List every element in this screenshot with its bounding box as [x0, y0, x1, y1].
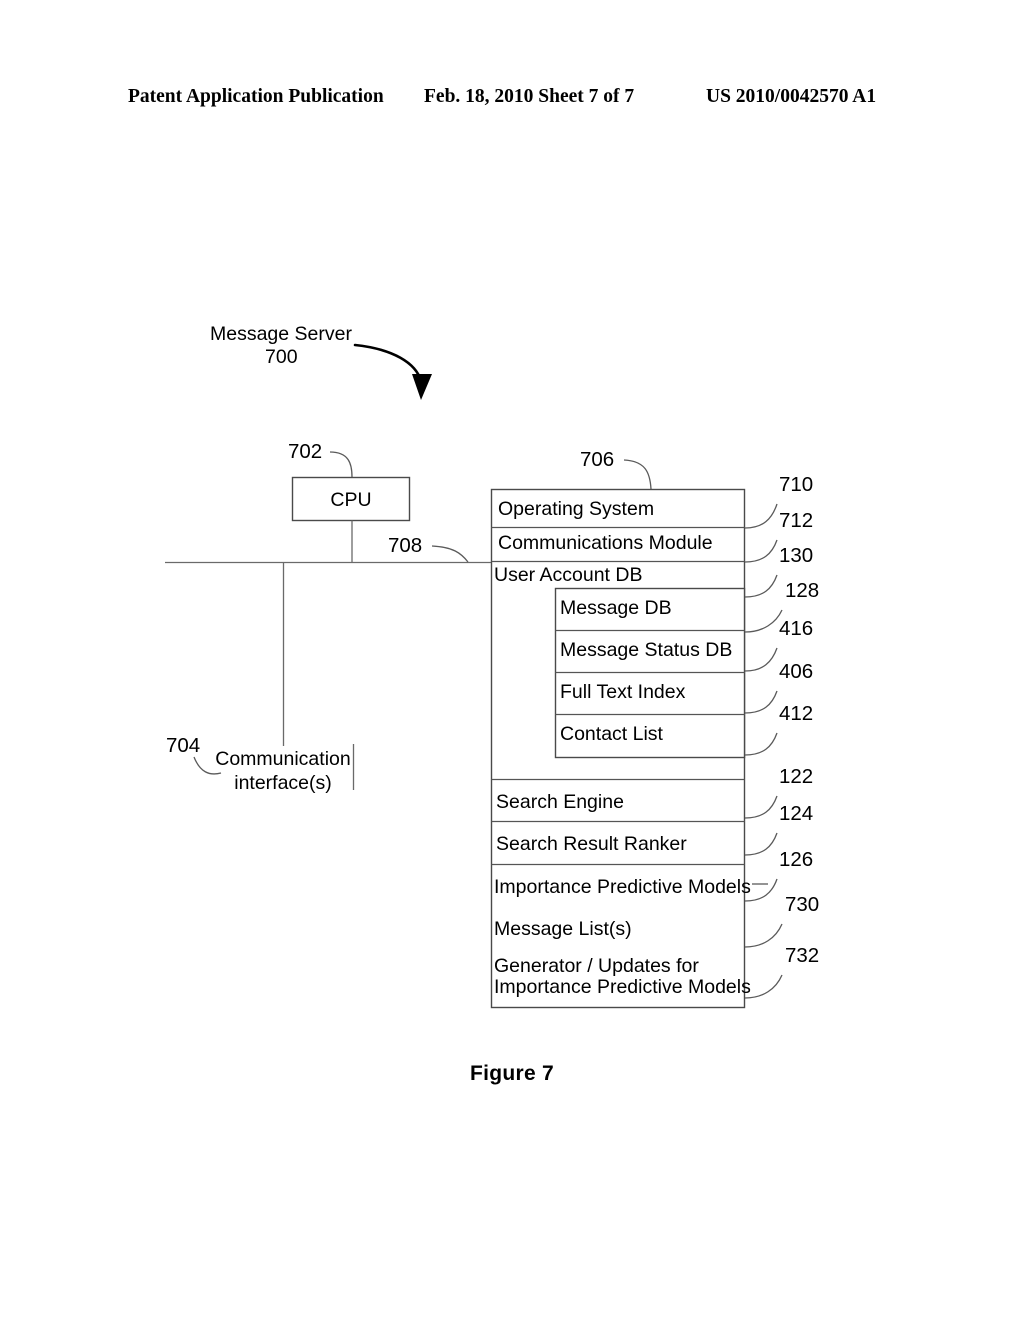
bus-ref-label: 708 [388, 534, 422, 557]
memory-row-label-full-text-index: Full Text Index [560, 681, 686, 703]
memory-row-label-operating-system: Operating System [498, 498, 654, 520]
memory-row-label-message-lists: Message List(s) [494, 918, 632, 940]
ref-leader-line [744, 609, 783, 633]
ref-numeral-416: 416 [779, 617, 813, 640]
ref-numeral-730: 730 [785, 893, 819, 916]
ref-numeral-130: 130 [779, 544, 813, 567]
ref-numeral-122: 122 [779, 765, 813, 788]
ref-numeral-128: 128 [785, 579, 819, 602]
memory-row-label-importance-predictive-models: Importance Predictive Models [494, 876, 751, 898]
ref-leader-line [744, 732, 778, 756]
memory-row-label-message-status-db: Message Status DB [560, 639, 732, 661]
memory-row-label-search-result-ranker: Search Result Ranker [496, 833, 687, 855]
ref-leader-line [744, 832, 778, 856]
message-server-arrow-icon [353, 343, 432, 400]
ref-numeral-124: 124 [779, 802, 813, 825]
ref-numeral-710: 710 [779, 473, 813, 496]
message-server-ref: 700 [265, 346, 298, 368]
ref-leader-line [744, 647, 778, 672]
memory-leader-line [623, 459, 652, 490]
ref-leader-line [744, 795, 778, 819]
memory-row-label-communications-module: Communications Module [498, 532, 713, 554]
bus-leader-line [431, 545, 469, 563]
reference-numeral-group: 710 712 130 128 416 406 412 122 124 126 … [744, 473, 819, 999]
ref-numeral-732: 732 [785, 944, 819, 967]
ref-leader-line [744, 923, 783, 948]
memory-row-label-contact-list: Contact List [560, 723, 664, 745]
memory-row-label-search-engine: Search Engine [496, 791, 624, 813]
memory-row-label-generator-updates-line2: Importance Predictive Models [494, 976, 751, 998]
ref-leader-line [744, 574, 778, 598]
ref-numeral-712: 712 [779, 509, 813, 532]
memory-row-label-message-db: Message DB [560, 597, 672, 619]
ref-leader-line [744, 539, 778, 563]
ref-numeral-412: 412 [779, 702, 813, 725]
memory-ref-label: 706 [580, 448, 614, 471]
cpu-box: CPU [291, 476, 411, 522]
ref-leader-line [744, 690, 778, 714]
memory-block: Operating System Communications Module U… [490, 488, 751, 1009]
comm-interface-label-line1: Communication [215, 748, 350, 770]
ref-numeral-406: 406 [779, 660, 813, 683]
memory-row-label-generator-updates-line1: Generator / Updates for [494, 955, 699, 977]
ref-leader-line [744, 503, 778, 529]
comm-interface-label-line2: interface(s) [234, 772, 332, 794]
comm-interface-ref-label: 704 [166, 734, 200, 757]
patent-figure-diagram: Message Server 700 702 CPU 708 704 Commu… [0, 0, 1024, 1320]
memory-row-label-user-account-db: User Account DB [494, 564, 642, 586]
ref-numeral-126: 126 [779, 848, 813, 871]
figure-caption: Figure 7 [469, 1062, 555, 1085]
cpu-ref-label: 702 [288, 440, 322, 463]
cpu-box-label: CPU [330, 489, 371, 511]
cpu-leader-line [329, 451, 353, 478]
message-server-title: Message Server [210, 323, 352, 345]
